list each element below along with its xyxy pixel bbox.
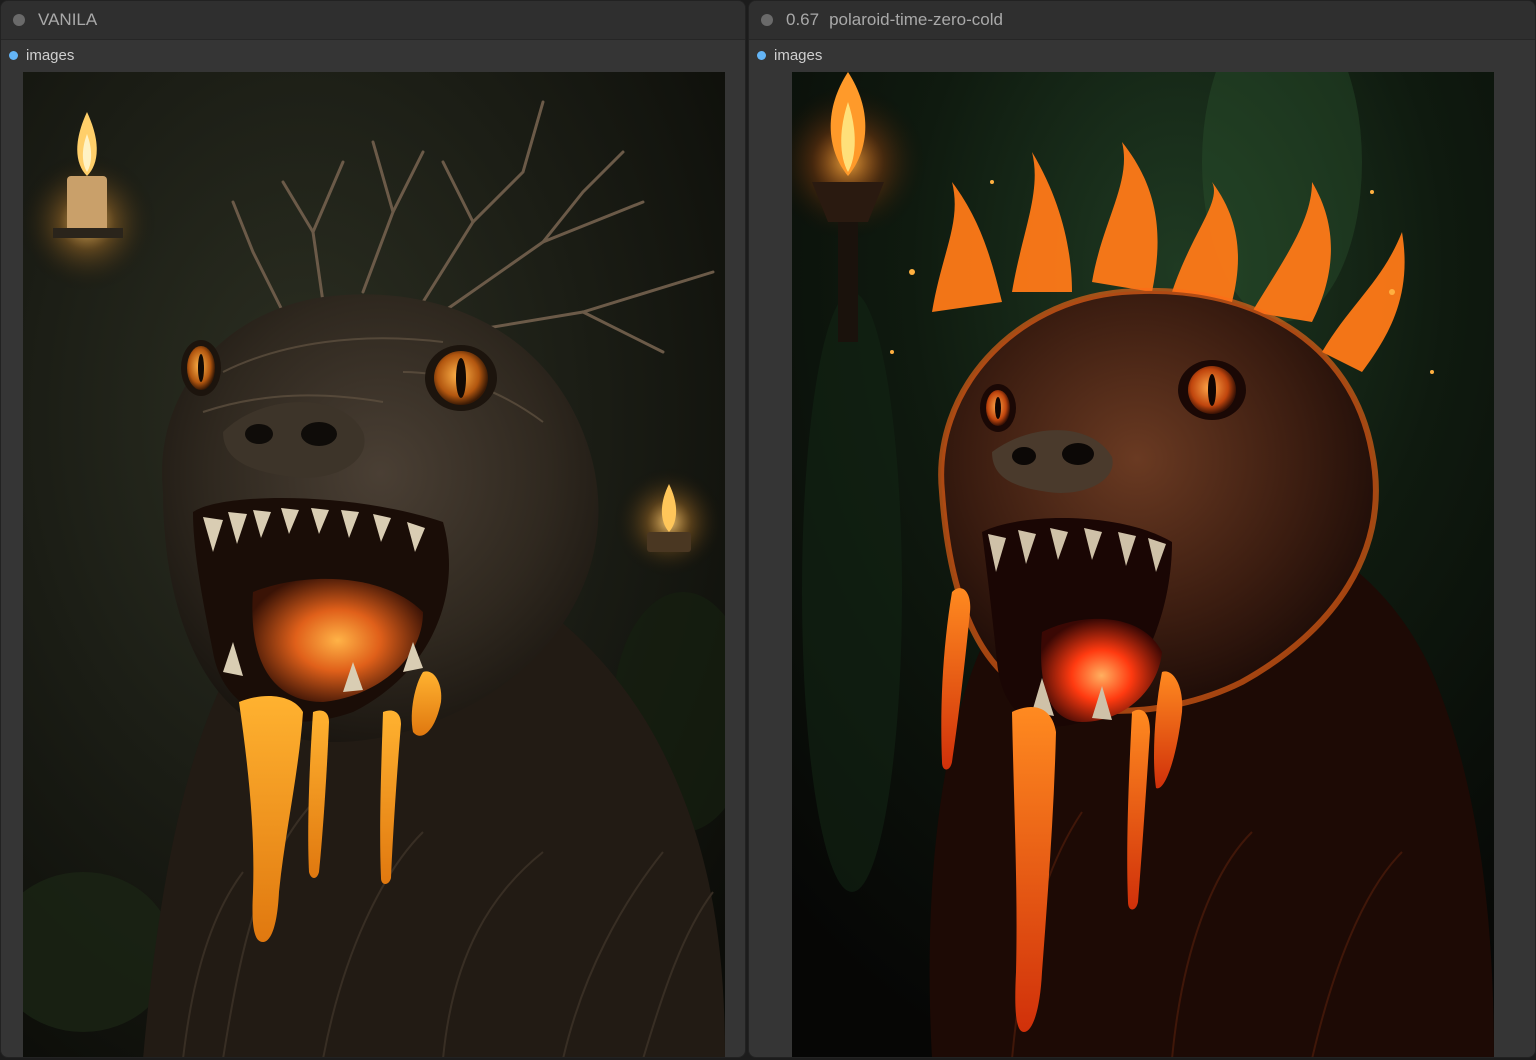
preview-image <box>23 72 725 1057</box>
collapse-dot-icon[interactable] <box>761 14 773 26</box>
node-title-bar[interactable]: VANILA <box>1 1 745 40</box>
node-title-bar[interactable]: 0.67 polaroid-time-zero-cold <box>749 1 1535 40</box>
lava-creature-image <box>792 72 1494 1057</box>
preview-image <box>792 72 1494 1057</box>
output-slot[interactable]: images <box>1 40 745 71</box>
preview-node-vanila[interactable]: VANILA images <box>0 0 746 1058</box>
collapse-dot-icon[interactable] <box>13 14 25 26</box>
root-creature-image <box>23 72 725 1057</box>
lora-strength: 0.67 <box>786 10 820 29</box>
node-title: VANILA <box>38 10 98 29</box>
node-canvas[interactable]: VANILA images 0.67 polaroid-time-zero-co… <box>0 0 1536 1060</box>
preview-node-polaroid[interactable]: 0.67 polaroid-time-zero-cold images <box>748 0 1536 1058</box>
node-title: polaroid-time-zero-cold <box>829 10 1003 29</box>
slot-label: images <box>774 47 823 64</box>
output-slot[interactable]: images <box>749 40 1535 71</box>
slot-dot-icon[interactable] <box>9 51 18 60</box>
slot-dot-icon[interactable] <box>757 51 766 60</box>
slot-label: images <box>26 47 75 64</box>
